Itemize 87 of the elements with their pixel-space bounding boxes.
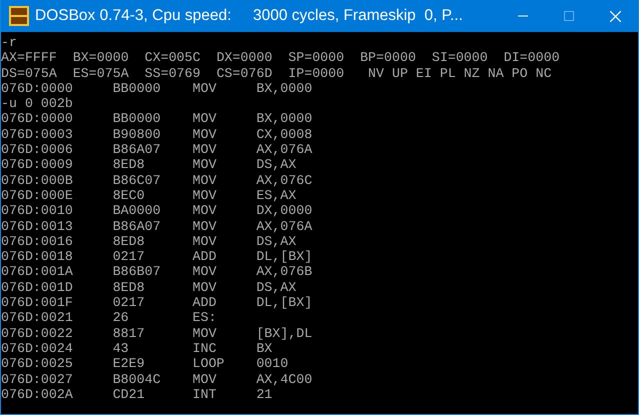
address-text: 076D:0009 <box>1 157 74 173</box>
address-text: 076D:001D <box>1 280 74 296</box>
mnemonic-text: MOV <box>192 188 218 204</box>
mnemonic-text: MOV <box>192 234 218 250</box>
mnemonic-text: ADD <box>192 295 218 310</box>
address-text: 076D:0000 <box>1 80 74 96</box>
operand-text: DX,0000 <box>256 203 312 219</box>
address-text: 076D:0027 <box>1 372 74 387</box>
mnemonic-text: LOOP <box>192 356 226 372</box>
machine-code-text: B86B07 <box>112 264 162 280</box>
address-text: 076D:002A <box>1 386 74 402</box>
address-text: 076D:0024 <box>1 340 74 356</box>
machine-code-text: BB0000 <box>112 80 162 96</box>
machine-code-text: B86C07 <box>112 172 162 188</box>
operand-text: AX,076C <box>256 172 312 188</box>
operand-text: 0010 <box>256 356 288 372</box>
mnemonic-text: MOV <box>192 157 218 173</box>
operand-text: [BX],DL <box>256 326 312 341</box>
address-text: 076D:0010 <box>1 203 74 219</box>
operand-text: AX,076A <box>256 142 312 158</box>
machine-code-text: 0217 <box>112 249 146 264</box>
console-line: -r <box>1 35 18 50</box>
address-text: 076D:0022 <box>1 326 74 341</box>
address-text: 076D:001F <box>1 295 74 310</box>
machine-code-text: CD21 <box>112 386 146 402</box>
mnemonic-text: MOV <box>192 142 218 158</box>
operand-text: DL,[BX] <box>256 249 312 264</box>
address-text: 076D:0003 <box>1 126 74 142</box>
mnemonic-text: MOV <box>192 172 218 188</box>
machine-code-text: 43 <box>112 340 130 356</box>
mnemonic-text: MOV <box>192 80 218 96</box>
machine-code-text: B90800 <box>112 126 162 142</box>
address-text: 076D:0018 <box>1 249 74 264</box>
address-text: 076D:0025 <box>1 356 74 372</box>
machine-code-text: 8EC0 <box>112 188 146 204</box>
machine-code-text: B86A07 <box>112 142 162 158</box>
window-title: DOSBox 0.74-3, Cpu speed: 3000 cycles, Frameskip 0, P... <box>35 6 464 26</box>
operand-text: CX,0008 <box>256 126 312 142</box>
machine-code-text: 8ED8 <box>112 234 146 250</box>
machine-code-text: 8ED8 <box>112 157 146 173</box>
mnemonic-text: INT <box>192 386 218 402</box>
mnemonic-text: INC <box>192 340 218 356</box>
mnemonic-text: ES: <box>192 310 218 326</box>
operand-text: 21 <box>256 386 272 402</box>
address-text: 076D:0006 <box>1 142 74 158</box>
console-line: -u 0 002b <box>1 96 74 112</box>
machine-code-text: 8817 <box>112 326 146 341</box>
address-text: 076D:0016 <box>1 234 74 250</box>
maximize-icon <box>564 11 574 21</box>
console-line: DS=075A ES=075A SS=0769 CS=076D IP=0000 NV UP EI PL NZ NA PO NC <box>1 66 553 81</box>
operand-text: DS,AX <box>256 157 296 173</box>
operand-text: AX,076A <box>256 218 312 234</box>
machine-code-text: B8004C <box>112 372 162 387</box>
machine-code-text: 0217 <box>112 295 146 310</box>
mnemonic-text: MOV <box>192 218 218 234</box>
mnemonic-text: MOV <box>192 111 218 127</box>
mnemonic-text: MOV <box>192 126 218 142</box>
machine-code-text: BB0000 <box>112 111 162 127</box>
operand-text: AX,076B <box>256 264 312 280</box>
operand-text: BX,0000 <box>256 111 312 127</box>
mnemonic-text: MOV <box>192 372 218 387</box>
mnemonic-text: MOV <box>192 280 218 296</box>
operand-text: BX,0000 <box>256 80 312 96</box>
operand-text: BX <box>256 340 272 356</box>
operand-text: DL,[BX] <box>256 295 312 310</box>
address-text: 076D:0013 <box>1 218 74 234</box>
machine-code-text: 8ED8 <box>112 280 146 296</box>
machine-code-text: BA0000 <box>112 203 162 219</box>
mnemonic-text: ADD <box>192 249 218 264</box>
mnemonic-text: MOV <box>192 264 218 280</box>
machine-code-text: E2E9 <box>112 356 146 372</box>
address-text: 076D:0021 <box>1 310 74 326</box>
address-text: 076D:000E <box>1 188 74 204</box>
mnemonic-text: MOV <box>192 203 218 219</box>
address-text: 076D:001A <box>1 264 74 280</box>
app-icon <box>9 6 29 26</box>
console-line: AX=FFFF BX=0000 CX=005C DX=0000 SP=0000 BP=0000 SI=0000 DI=0000 <box>1 50 561 66</box>
machine-code-text: B86A07 <box>112 218 162 234</box>
address-text: 076D:0000 <box>1 111 74 127</box>
operand-text: ES,AX <box>256 188 296 204</box>
machine-code-text: 26 <box>112 310 130 326</box>
address-text: 076D:000B <box>1 172 74 188</box>
operand-text: AX,4C00 <box>256 372 312 387</box>
close-icon <box>610 10 620 22</box>
operand-text: DS,AX <box>256 280 296 296</box>
operand-text: DS,AX <box>256 234 296 250</box>
mnemonic-text: MOV <box>192 326 218 341</box>
